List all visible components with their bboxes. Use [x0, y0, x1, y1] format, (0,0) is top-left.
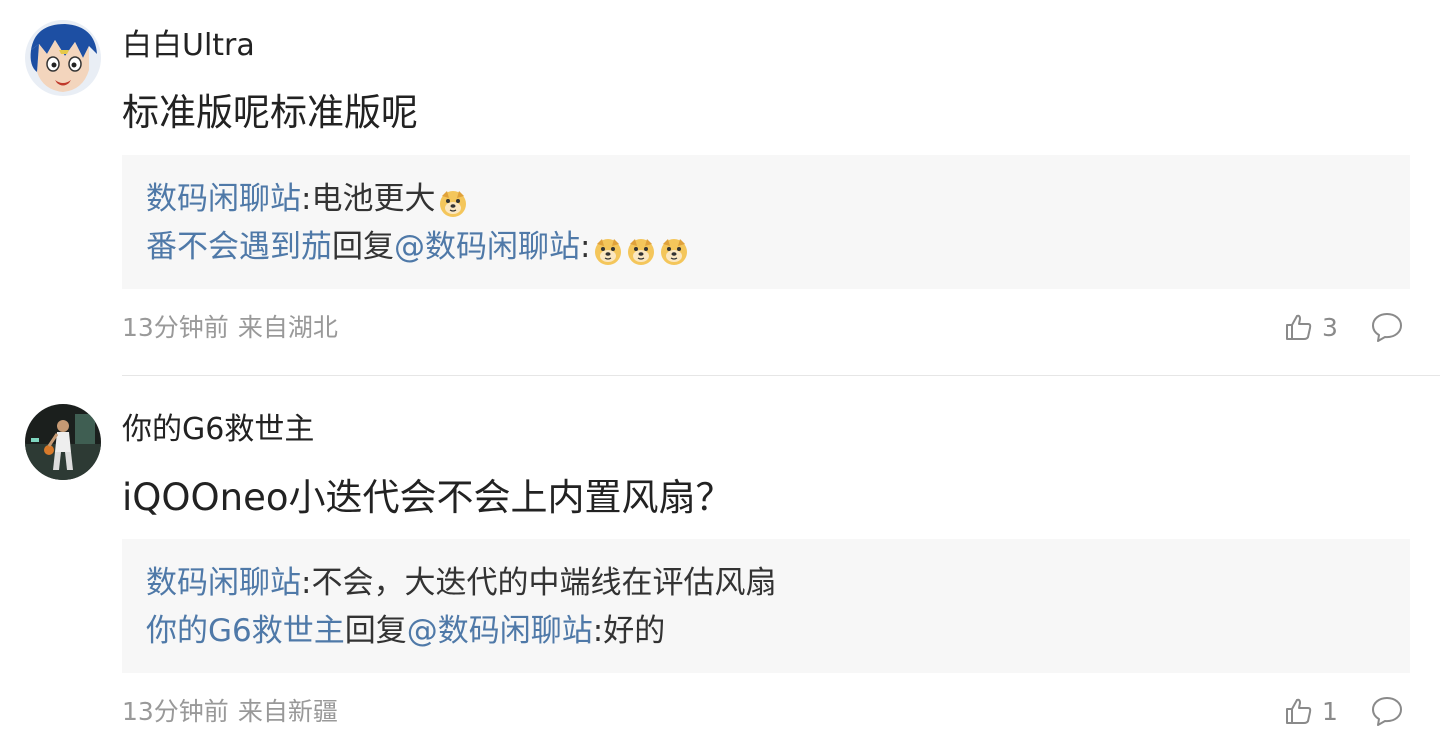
reply-author-link[interactable]: 你的G6救世主	[146, 607, 345, 655]
reply-text: :	[580, 229, 591, 265]
timestamp: 13分钟前	[122, 313, 229, 342]
user-avatar[interactable]	[25, 404, 101, 480]
mention-link[interactable]: @数码闲聊站	[407, 607, 593, 655]
reply-author-link[interactable]: 数码闲聊站	[146, 175, 301, 223]
reply-text: :不会，大迭代的中端线在评估风扇	[301, 565, 777, 601]
reply-author-link[interactable]: 数码闲聊站	[146, 559, 301, 607]
avatar-basketball-player-icon	[25, 404, 101, 480]
reply-text: :好的	[592, 613, 666, 649]
comment-bubble-icon	[1372, 697, 1402, 726]
user-avatar[interactable]	[25, 20, 101, 96]
timestamp: 13分钟前	[122, 697, 229, 726]
username[interactable]: 白白Ultra	[122, 26, 255, 66]
reply-button[interactable]	[1370, 694, 1404, 728]
reply-text: :电池更大	[301, 181, 436, 217]
username[interactable]: 你的G6救世主	[122, 410, 314, 450]
doge-emoji-icon	[659, 232, 689, 265]
like-button[interactable]: 3	[1284, 310, 1338, 344]
reply-button[interactable]	[1370, 310, 1404, 344]
reply-author-link[interactable]: 番不会遇到茄	[146, 223, 332, 271]
reply-line[interactable]: 番不会遇到茄 回复 @数码闲聊站:	[146, 223, 1410, 271]
doge-emoji-icon	[438, 184, 468, 217]
reply-line[interactable]: 数码闲聊站:不会，大迭代的中端线在评估风扇	[146, 559, 1410, 607]
mention-link[interactable]: @数码闲聊站	[394, 223, 580, 271]
location: 来自湖北	[237, 313, 338, 342]
reply-line[interactable]: 你的G6救世主 回复 @数码闲聊站:好的	[146, 607, 1410, 655]
divider	[122, 375, 1440, 376]
comment-item: 你的G6救世主 iQOOneo小迭代会不会上内置风扇？ 数码闲聊站:不会，大迭代…	[0, 377, 1440, 754]
like-button[interactable]: 1	[1284, 694, 1338, 728]
comment-text: iQOOneo小迭代会不会上内置风扇？	[122, 476, 733, 519]
thumbs-up-icon	[1286, 314, 1312, 340]
like-count: 1	[1322, 696, 1338, 726]
reply-box[interactable]: 数码闲聊站:不会，大迭代的中端线在评估风扇 你的G6救世主 回复 @数码闲聊站:好的	[122, 539, 1410, 673]
avatar-anime-blue-hair-icon	[25, 20, 101, 96]
comment-text: 标准版呢标准版呢	[122, 91, 418, 134]
reply-box[interactable]: 数码闲聊站:电池更大 番不会遇到茄 回复 @数码闲聊站:	[122, 155, 1410, 289]
comment-bubble-icon	[1372, 313, 1402, 342]
doge-emoji-icon	[593, 232, 623, 265]
like-count: 3	[1322, 312, 1338, 342]
reply-prefix: 回复	[332, 229, 394, 265]
doge-emoji-icon	[626, 232, 656, 265]
comment-meta: 13分钟前 来自新疆	[122, 696, 338, 728]
reply-line[interactable]: 数码闲聊站:电池更大	[146, 175, 1410, 223]
thumbs-up-icon	[1286, 698, 1312, 724]
reply-prefix: 回复	[344, 613, 407, 649]
comment-item: 白白Ultra 标准版呢标准版呢 数码闲聊站:电池更大 番不会遇到茄 回复 @数码闲…	[0, 0, 1440, 376]
location: 来自新疆	[237, 697, 338, 726]
comment-meta: 13分钟前 来自湖北	[122, 312, 338, 344]
